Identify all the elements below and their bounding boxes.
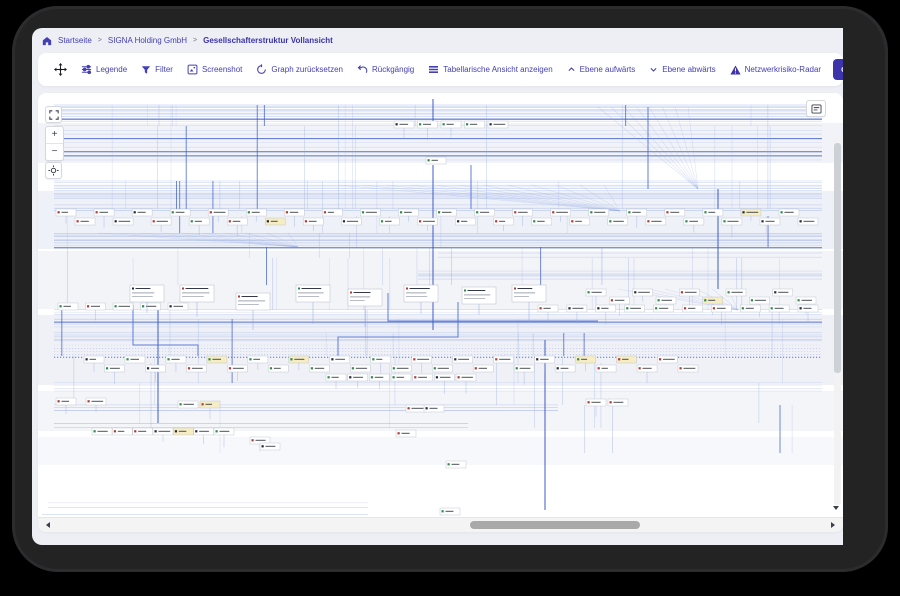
toolbar-item-label: Rückgängig (372, 65, 415, 74)
sliders-icon (81, 64, 92, 75)
toolbar-item-label: Graph zurücksetzen (271, 65, 343, 74)
breadcrumb-item-current: Gesellschafterstruktur Vollansicht (203, 36, 333, 45)
breadcrumb-separator: > (193, 37, 198, 44)
toolbar-right-items: Netzwerkrisiko-Radar (730, 65, 821, 75)
home-icon[interactable] (42, 36, 52, 46)
graph-toolbar: Legende Filter Screenshot Graph zurücksetze… (38, 53, 843, 86)
warning-icon (730, 65, 741, 75)
zoom-out-button[interactable]: − (46, 144, 63, 160)
scroll-right-arrow[interactable] (831, 522, 835, 528)
scroll-down-arrow[interactable] (833, 506, 839, 510)
toolbar-item-reset-graph[interactable]: Graph zurücksetzen (256, 64, 343, 75)
toolbar-item-network-risk-radar[interactable]: Netzwerkrisiko-Radar (730, 65, 821, 75)
toolbar-item-legend[interactable]: Legende (81, 64, 127, 75)
toolbar-item-undo[interactable]: Rückgängig (357, 64, 414, 75)
minimap-panel-button[interactable] (806, 100, 826, 117)
breadcrumb-item-company[interactable]: SIGNA Holding GmbH (108, 36, 187, 45)
toolbar-item-screenshot[interactable]: Screenshot (187, 64, 242, 75)
toolbar-item-table-view[interactable]: Tabellarische Ansicht anzeigen (428, 65, 553, 74)
breadcrumb-item-home[interactable]: Startseite (58, 36, 92, 45)
toolbar-item-filter[interactable]: Filter (141, 65, 173, 75)
graph-canvas[interactable]: + − (38, 93, 843, 532)
screenshot-stage: Startseite > SIGNA Holding GmbH > Gesell… (0, 0, 900, 596)
screenshot-icon (187, 64, 198, 75)
reset-icon (256, 64, 267, 75)
breadcrumb: Startseite > SIGNA Holding GmbH > Gesell… (32, 28, 843, 53)
toolbar-item-label: Ebene abwärts (662, 65, 716, 74)
chevron-down-icon (649, 65, 658, 74)
chevron-up-icon (567, 65, 576, 74)
network-graph-svg[interactable] (38, 93, 843, 518)
center-focus-button[interactable] (45, 162, 62, 179)
toolbar-right-group: Netzwerkrisiko-Radar Gesellschafterstruk… (730, 59, 843, 81)
vertical-scrollbar[interactable] (834, 135, 841, 505)
horizontal-scrollbar-thumb[interactable] (470, 521, 640, 529)
toolbar-item-label: Legende (96, 65, 128, 74)
scroll-left-arrow[interactable] (46, 522, 50, 528)
funnel-icon (141, 65, 151, 75)
horizontal-scrollbar[interactable] (38, 517, 843, 532)
vertical-scrollbar-thumb[interactable] (834, 143, 841, 373)
toolbar-item-level-up[interactable]: Ebene aufwärts (567, 65, 636, 74)
toolbar-item-label: Screenshot (201, 65, 243, 74)
toolbar-left-group: Legende Filter Screenshot Graph zurücksetze… (81, 64, 716, 75)
toolbar-item-label: Tabellarische Ansicht anzeigen (443, 65, 553, 74)
app-window: Startseite > SIGNA Holding GmbH > Gesell… (32, 28, 843, 545)
undo-icon (357, 64, 368, 75)
zoom-control: + − (45, 126, 64, 161)
toolbar-item-label: Filter (155, 65, 173, 74)
toolbar-item-level-down[interactable]: Ebene abwärts (649, 65, 716, 74)
shareholder-structure-button[interactable]: Gesellschafterstruktur (833, 59, 843, 80)
zoom-in-button[interactable]: + (46, 127, 63, 143)
fit-view-button[interactable] (45, 106, 62, 123)
table-icon (428, 65, 439, 74)
toolbar-item-label: Ebene aufwärts (579, 65, 636, 74)
move-icon[interactable] (54, 63, 67, 76)
toolbar-item-label: Netzwerkrisiko-Radar (744, 65, 822, 74)
breadcrumb-separator: > (97, 37, 102, 44)
